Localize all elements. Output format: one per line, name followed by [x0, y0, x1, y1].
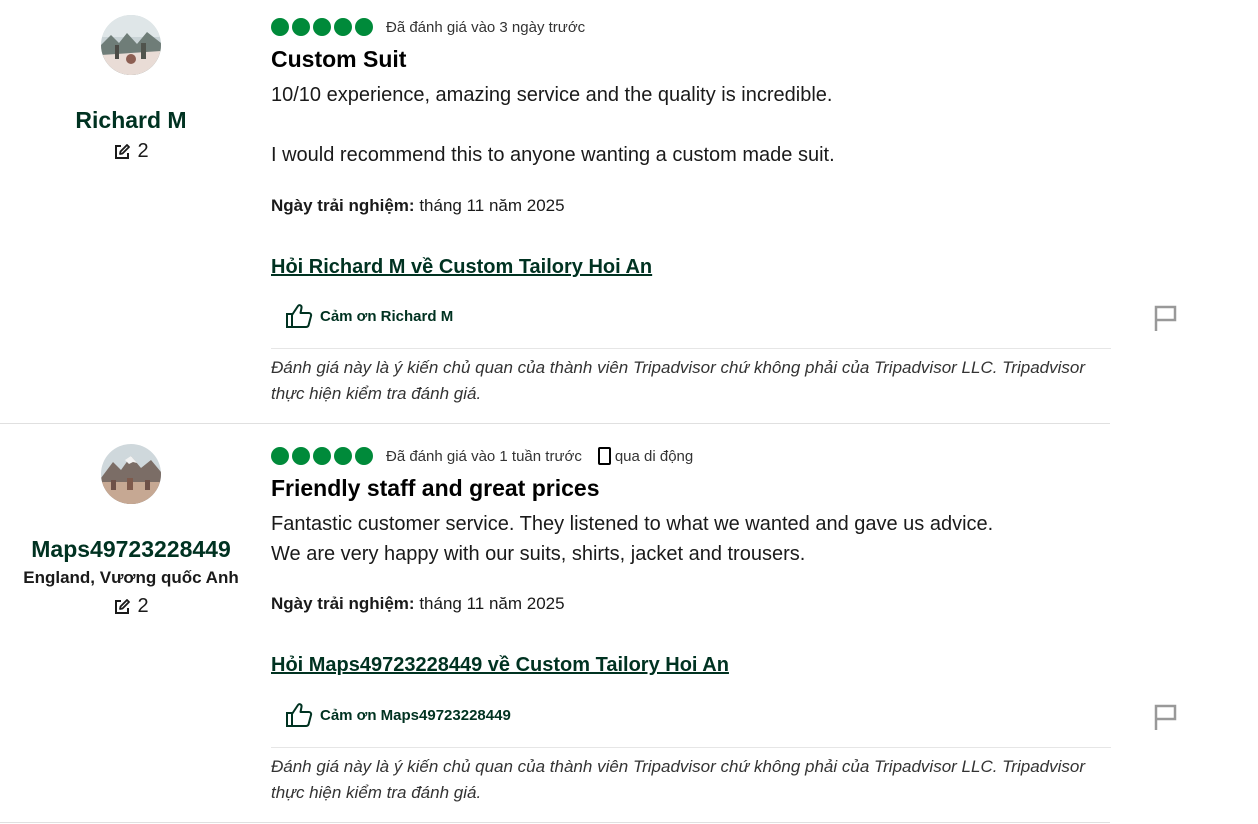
- avatar[interactable]: [101, 444, 161, 504]
- review-date: Đã đánh giá vào 3 ngày trước: [386, 18, 586, 36]
- experience-date: Ngày trải nghiệm: tháng 11 năm 2025: [271, 594, 565, 614]
- rating-bubble: [334, 18, 352, 36]
- avatar[interactable]: [101, 15, 161, 75]
- rating-bubble: [355, 447, 373, 465]
- experience-label: Ngày trải nghiệm:: [271, 594, 415, 613]
- review-body-line: 10/10 experience, amazing service and th…: [271, 84, 833, 106]
- contribution-number: 2: [137, 595, 149, 617]
- pencil-square-icon: [115, 598, 131, 614]
- experience-value: tháng 11 năm 2025: [419, 196, 565, 215]
- report-flag-button[interactable]: [1153, 703, 1179, 736]
- thanks-button[interactable]: Cảm ơn Maps49723228449: [285, 702, 511, 728]
- mobile-phone-icon: [597, 447, 611, 465]
- contribution-number: 2: [137, 140, 149, 162]
- review-card: Maps49723228449 England, Vương quốc Anh …: [0, 424, 1258, 824]
- thanks-label: Cảm ơn Maps49723228449: [320, 706, 511, 724]
- thanks-label: Cảm ơn Richard M: [320, 307, 454, 325]
- flag-icon: [1154, 305, 1177, 331]
- rating-bubble: [271, 18, 289, 36]
- experience-value: tháng 11 năm 2025: [419, 594, 565, 613]
- review-body-line: Fantastic customer service. They listene…: [271, 513, 994, 535]
- thumbs-up-icon: [286, 703, 313, 727]
- divider: [271, 348, 1111, 349]
- report-flag-button[interactable]: [1153, 304, 1179, 337]
- rating-row: Đã đánh giá vào 1 tuần trước qua di động: [271, 445, 693, 467]
- review-separator: [0, 822, 1110, 823]
- review-disclaimer: Đánh giá này là ý kiến chủ quan của thàn…: [271, 757, 1085, 802]
- review-body-line: We are very happy with our suits, shirts…: [271, 543, 806, 565]
- review-title[interactable]: Friendly staff and great prices: [271, 475, 599, 502]
- contribution-count: 2: [0, 595, 262, 618]
- experience-label: Ngày trải nghiệm:: [271, 196, 415, 215]
- mobile-indicator: qua di động: [597, 447, 694, 465]
- mountain-landscape-icon: [101, 444, 161, 504]
- review-disclaimer: Đánh giá này là ý kiến chủ quan của thàn…: [271, 358, 1085, 403]
- user-location: England, Vương quốc Anh: [23, 568, 239, 587]
- review-date: Đã đánh giá vào 1 tuần trước: [386, 447, 582, 465]
- divider: [271, 747, 1111, 748]
- thumbs-up-icon: [286, 304, 313, 328]
- rating-bubble: [292, 447, 310, 465]
- username[interactable]: Maps49723228449: [0, 536, 262, 563]
- review-body-line: I would recommend this to anyone wanting…: [271, 144, 835, 166]
- rating-bubbles: [271, 18, 373, 36]
- pencil-square-icon: [115, 143, 131, 159]
- rating-bubble: [271, 447, 289, 465]
- rating-bubbles: [271, 447, 373, 465]
- thanks-button[interactable]: Cảm ơn Richard M: [285, 303, 453, 329]
- ask-reviewer-link[interactable]: Hỏi Maps49723228449 về Custom Tailory Ho…: [271, 654, 729, 677]
- flag-icon: [1154, 704, 1177, 730]
- contribution-count: 2: [0, 140, 262, 163]
- rating-bubble: [313, 447, 331, 465]
- review-title[interactable]: Custom Suit: [271, 46, 406, 73]
- rating-row: Đã đánh giá vào 3 ngày trước: [271, 16, 585, 38]
- rating-bubble: [292, 18, 310, 36]
- rating-bubble: [355, 18, 373, 36]
- mobile-label: qua di động: [614, 447, 694, 465]
- rating-bubble: [313, 18, 331, 36]
- review-card: Richard M 2 Đã đánh giá vào 3 ngày trước…: [0, 0, 1258, 424]
- username[interactable]: Richard M: [0, 107, 262, 134]
- rating-bubble: [334, 447, 352, 465]
- winter-landscape-icon: [101, 15, 161, 75]
- ask-reviewer-link[interactable]: Hỏi Richard M về Custom Tailory Hoi An: [271, 256, 652, 279]
- experience-date: Ngày trải nghiệm: tháng 11 năm 2025: [271, 196, 565, 216]
